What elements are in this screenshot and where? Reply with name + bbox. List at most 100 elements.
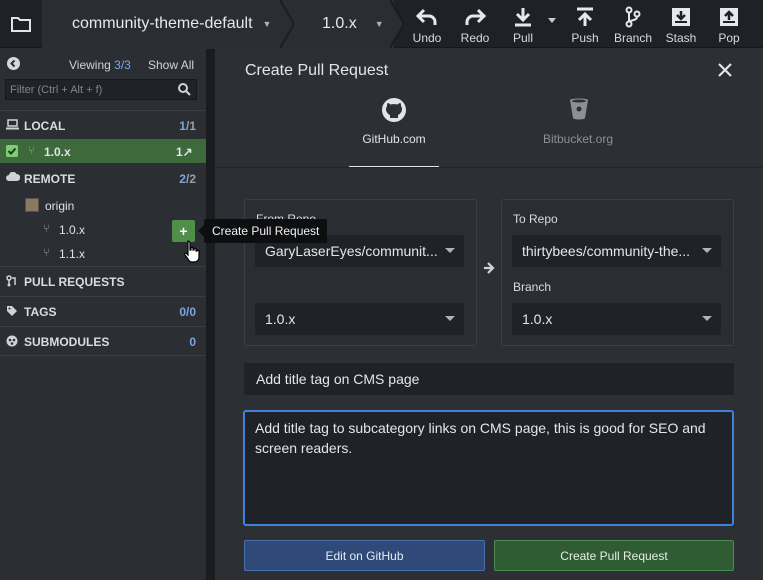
section-local-label: LOCAL bbox=[24, 119, 66, 133]
search-icon[interactable] bbox=[178, 83, 191, 96]
redo-label: Redo bbox=[460, 31, 490, 45]
from-branch-value: 1.0.x bbox=[265, 311, 296, 327]
stash-icon bbox=[671, 6, 691, 28]
pull-options-chevron-icon[interactable] bbox=[548, 18, 556, 23]
section-pull-requests-label: PULL REQUESTS bbox=[24, 275, 125, 289]
chevron-down-icon bbox=[445, 248, 455, 253]
edit-on-github-button[interactable]: Edit on GitHub bbox=[244, 540, 485, 571]
local-branch-name: 1.0.x bbox=[44, 145, 71, 159]
pr-description-field: Add title tag to subcategory links on CM… bbox=[243, 410, 734, 526]
viewing-count: 3/3 bbox=[114, 58, 131, 72]
pull-icon bbox=[514, 6, 532, 28]
local-count-current: 1 bbox=[179, 119, 186, 133]
push-button[interactable]: Push bbox=[562, 6, 608, 46]
section-submodules-count: 0 bbox=[189, 335, 196, 349]
back-icon[interactable] bbox=[7, 57, 20, 70]
from-repo-value: GaryLaserEyes/communit... bbox=[265, 243, 438, 259]
redo-button[interactable]: Redo bbox=[452, 6, 498, 46]
dialog-title: Create Pull Request bbox=[245, 62, 389, 79]
dialog-header: Create Pull Request GitHub.com Bitbucket… bbox=[215, 49, 763, 168]
branch-selector[interactable]: 1.0.x ▼ bbox=[294, 0, 394, 48]
remote-branch-row[interactable]: ⑂ 1.1.x bbox=[0, 241, 206, 265]
chevron-down-icon bbox=[702, 316, 712, 321]
remote-branch-name: 1.1.x bbox=[59, 247, 86, 261]
pull-label: Pull bbox=[512, 31, 533, 45]
checkmark-icon bbox=[6, 145, 18, 157]
section-remote[interactable]: REMOTE 2/2 bbox=[0, 164, 206, 192]
branch-name: 1.0.x bbox=[322, 15, 357, 32]
repo-name: community-theme-default bbox=[72, 15, 253, 32]
close-icon[interactable] bbox=[715, 60, 735, 80]
sidebar-header: Viewing 3/3 Show All bbox=[0, 49, 206, 79]
sidebar-resize-handle[interactable] bbox=[206, 49, 215, 580]
pop-button[interactable]: Pop bbox=[706, 6, 752, 46]
remote-origin-row[interactable]: origin bbox=[0, 193, 206, 217]
remote-count-total: /2 bbox=[185, 172, 196, 186]
github-icon bbox=[382, 98, 406, 122]
folder-icon[interactable] bbox=[0, 0, 42, 48]
create-pull-request-button[interactable]: Create Pull Request bbox=[494, 540, 734, 571]
create-pr-dialog: Create Pull Request GitHub.com Bitbucket… bbox=[215, 49, 763, 580]
local-branch-row[interactable]: ⑂ 1.0.x 1↗ bbox=[0, 139, 206, 163]
provider-bitbucket-label: Bitbucket.org bbox=[542, 132, 614, 146]
pr-title-input[interactable] bbox=[245, 364, 733, 394]
provider-github-tab[interactable]: GitHub.com bbox=[349, 95, 439, 167]
chevron-down-icon: ▼ bbox=[374, 19, 384, 29]
divider bbox=[0, 355, 206, 356]
to-repo-value: thirtybees/community-the... bbox=[522, 243, 691, 259]
branch-label: Branch bbox=[613, 31, 653, 45]
section-local[interactable]: LOCAL 1/1 bbox=[0, 110, 206, 138]
bitbucket-icon bbox=[570, 98, 588, 120]
local-count-total: /1 bbox=[185, 119, 196, 133]
to-branch-value: 1.0.x bbox=[522, 311, 553, 327]
chevron-down-icon bbox=[445, 316, 455, 321]
undo-label: Undo bbox=[412, 31, 442, 45]
undo-icon bbox=[416, 6, 438, 28]
section-submodules[interactable]: SUBMODULES 0 bbox=[0, 326, 206, 354]
cloud-icon bbox=[6, 172, 20, 181]
sidebar: Viewing 3/3 Show All LOCAL 1/1 ⑂ 1.0.x 1… bbox=[0, 49, 206, 580]
section-pull-requests[interactable]: PULL REQUESTS bbox=[0, 266, 206, 294]
to-repo-label: To Repo bbox=[513, 212, 558, 226]
viewing-status: Viewing 3/3 bbox=[69, 58, 131, 72]
pull-request-icon bbox=[6, 275, 16, 287]
push-label: Push bbox=[571, 31, 599, 45]
from-branch-select[interactable]: 1.0.x bbox=[255, 303, 464, 335]
branch-button[interactable]: Branch bbox=[610, 6, 656, 46]
viewing-label: Viewing bbox=[69, 58, 111, 72]
remote-count-current: 2 bbox=[179, 172, 186, 186]
show-all-link[interactable]: Show All bbox=[148, 58, 194, 72]
redo-icon bbox=[464, 6, 486, 28]
section-submodules-label: SUBMODULES bbox=[24, 335, 110, 349]
branch-icon: ⑂ bbox=[43, 247, 50, 259]
provider-bitbucket-tab[interactable]: Bitbucket.org bbox=[533, 95, 623, 167]
branch-icon: ⑂ bbox=[28, 145, 35, 157]
to-repo-select[interactable]: thirtybees/community-the... bbox=[512, 235, 721, 267]
section-local-count: 1/1 bbox=[179, 119, 196, 133]
pr-title-field bbox=[244, 363, 734, 395]
push-icon bbox=[576, 6, 594, 28]
pr-description-input[interactable]: Add title tag to subcategory links on CM… bbox=[245, 412, 732, 524]
undo-button[interactable]: Undo bbox=[404, 6, 450, 46]
arrow-right-icon bbox=[484, 262, 495, 274]
app-window: community-theme-default ▼ 1.0.x ▼ Undo R… bbox=[0, 0, 763, 580]
provider-github-label: GitHub.com bbox=[362, 132, 426, 146]
laptop-icon bbox=[6, 119, 19, 130]
repo-selector[interactable]: community-theme-default ▼ bbox=[42, 0, 294, 48]
section-remote-count: 2/2 bbox=[179, 172, 196, 186]
section-tags-label: TAGS bbox=[24, 305, 57, 319]
filter-input[interactable] bbox=[6, 80, 166, 100]
hand-cursor-icon bbox=[183, 240, 200, 263]
chevron-down-icon bbox=[702, 248, 712, 253]
remote-origin-name: origin bbox=[45, 199, 75, 213]
stash-button[interactable]: Stash bbox=[658, 6, 704, 46]
section-tags[interactable]: TAGS 0/0 bbox=[0, 296, 206, 324]
tag-icon bbox=[7, 306, 17, 316]
pop-label: Pop bbox=[718, 31, 740, 45]
toolbar: community-theme-default ▼ 1.0.x ▼ Undo R… bbox=[0, 0, 763, 48]
to-branch-label: Branch bbox=[513, 280, 552, 294]
section-remote-label: REMOTE bbox=[24, 172, 76, 186]
to-branch-select[interactable]: 1.0.x bbox=[512, 303, 721, 335]
branch-icon bbox=[625, 6, 641, 28]
pull-button[interactable]: Pull bbox=[500, 6, 546, 46]
